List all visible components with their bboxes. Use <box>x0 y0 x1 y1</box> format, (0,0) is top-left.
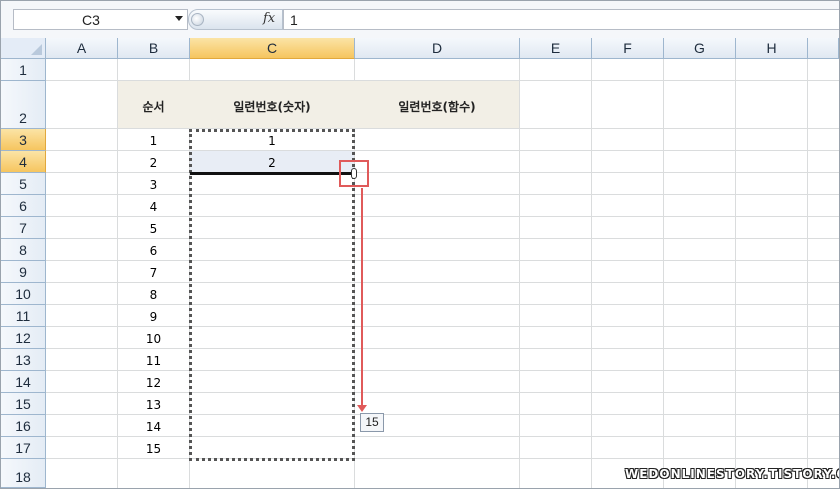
column-header-h[interactable]: H <box>736 38 808 59</box>
row-header-16[interactable]: 16 <box>1 415 46 437</box>
row-header-7[interactable]: 7 <box>1 217 46 239</box>
spreadsheet-window: C3 fx 1 A B C D E F G H 1 2 3 4 5 6 7 8 … <box>0 0 840 489</box>
selection-border <box>190 172 356 175</box>
gridline <box>46 414 839 415</box>
gridline <box>46 172 839 173</box>
cell-b5[interactable]: 3 <box>118 178 189 192</box>
formula-bar: C3 fx 1 <box>1 1 839 39</box>
gridline <box>46 326 839 327</box>
column-header-a[interactable]: A <box>46 38 118 59</box>
row-header-5[interactable]: 5 <box>1 173 46 195</box>
gridline <box>46 238 839 239</box>
row-header-3[interactable]: 3 <box>1 129 46 151</box>
column-header-partial[interactable] <box>808 38 839 59</box>
formula-bar-handle[interactable]: fx <box>188 9 283 30</box>
row-header-17[interactable]: 17 <box>1 437 46 459</box>
row-header-15[interactable]: 15 <box>1 393 46 415</box>
cell-b6[interactable]: 4 <box>118 200 189 214</box>
cell-b10[interactable]: 8 <box>118 288 189 302</box>
cell-b14[interactable]: 12 <box>118 376 189 390</box>
row-header-13[interactable]: 13 <box>1 349 46 371</box>
cell-b15[interactable]: 13 <box>118 398 189 412</box>
row-header-2[interactable]: 2 <box>1 81 46 129</box>
gridline <box>46 392 839 393</box>
column-header-f[interactable]: F <box>592 38 664 59</box>
fill-range-marquee <box>189 129 355 461</box>
cell-b11[interactable]: 9 <box>118 310 189 324</box>
cell-b4[interactable]: 2 <box>118 156 189 170</box>
gridline <box>46 304 839 305</box>
row-header-11[interactable]: 11 <box>1 305 46 327</box>
row-header-1[interactable]: 1 <box>1 59 46 81</box>
cell-b7[interactable]: 5 <box>118 222 189 236</box>
gridline <box>46 458 839 459</box>
drag-direction-line <box>361 188 363 410</box>
header-cell-c2[interactable]: 일련번호(숫자) <box>190 98 354 115</box>
name-box-value: C3 <box>82 12 100 28</box>
fill-cursor-icon[interactable] <box>351 168 357 179</box>
gridline <box>519 59 520 488</box>
gridline <box>46 436 839 437</box>
header-cell-b2[interactable]: 순서 <box>118 98 189 115</box>
row-header-4[interactable]: 4 <box>1 151 46 173</box>
cell-b3[interactable]: 1 <box>118 134 189 148</box>
insert-function-icon[interactable]: fx <box>263 11 275 26</box>
gridline <box>735 59 736 488</box>
cell-b9[interactable]: 7 <box>118 266 189 280</box>
chevron-down-icon[interactable] <box>175 16 183 21</box>
gridline <box>46 216 839 217</box>
header-cell-d2[interactable]: 일련번호(함수) <box>355 98 519 115</box>
cell-b16[interactable]: 14 <box>118 420 189 434</box>
row-header-9[interactable]: 9 <box>1 261 46 283</box>
gridline <box>807 59 808 488</box>
formula-input[interactable]: 1 <box>283 9 839 30</box>
resize-knob-icon[interactable] <box>191 13 204 26</box>
gridline <box>46 370 839 371</box>
gridline <box>46 282 839 283</box>
fill-value-tooltip: 15 <box>360 413 384 432</box>
cell-b8[interactable]: 6 <box>118 244 189 258</box>
gridline <box>46 150 839 151</box>
row-header-6[interactable]: 6 <box>1 195 46 217</box>
row-header-10[interactable]: 10 <box>1 283 46 305</box>
watermark: WEDONLINESTORY.TISTORY.COM <box>625 467 839 481</box>
cell-b17[interactable]: 15 <box>118 442 189 456</box>
cell-b13[interactable]: 11 <box>118 354 189 368</box>
gridline <box>591 59 592 488</box>
column-header-d[interactable]: D <box>355 38 520 59</box>
column-header-b[interactable]: B <box>118 38 190 59</box>
gridline <box>46 348 839 349</box>
row-header-14[interactable]: 14 <box>1 371 46 393</box>
column-header-e[interactable]: E <box>520 38 592 59</box>
select-all-icon <box>31 44 42 55</box>
gridline <box>46 194 839 195</box>
column-header-g[interactable]: G <box>664 38 736 59</box>
column-header-c[interactable]: C <box>190 38 355 59</box>
gridline <box>46 260 839 261</box>
formula-value: 1 <box>290 12 298 28</box>
row-header-12[interactable]: 12 <box>1 327 46 349</box>
arrow-down-icon <box>357 405 367 412</box>
row-header-8[interactable]: 8 <box>1 239 46 261</box>
gridline <box>663 59 664 488</box>
gridline <box>46 128 839 129</box>
name-box[interactable]: C3 <box>13 9 188 30</box>
select-all-button[interactable] <box>1 38 46 59</box>
row-header-18[interactable]: 18 <box>1 459 46 488</box>
cell-b12[interactable]: 10 <box>118 332 189 346</box>
